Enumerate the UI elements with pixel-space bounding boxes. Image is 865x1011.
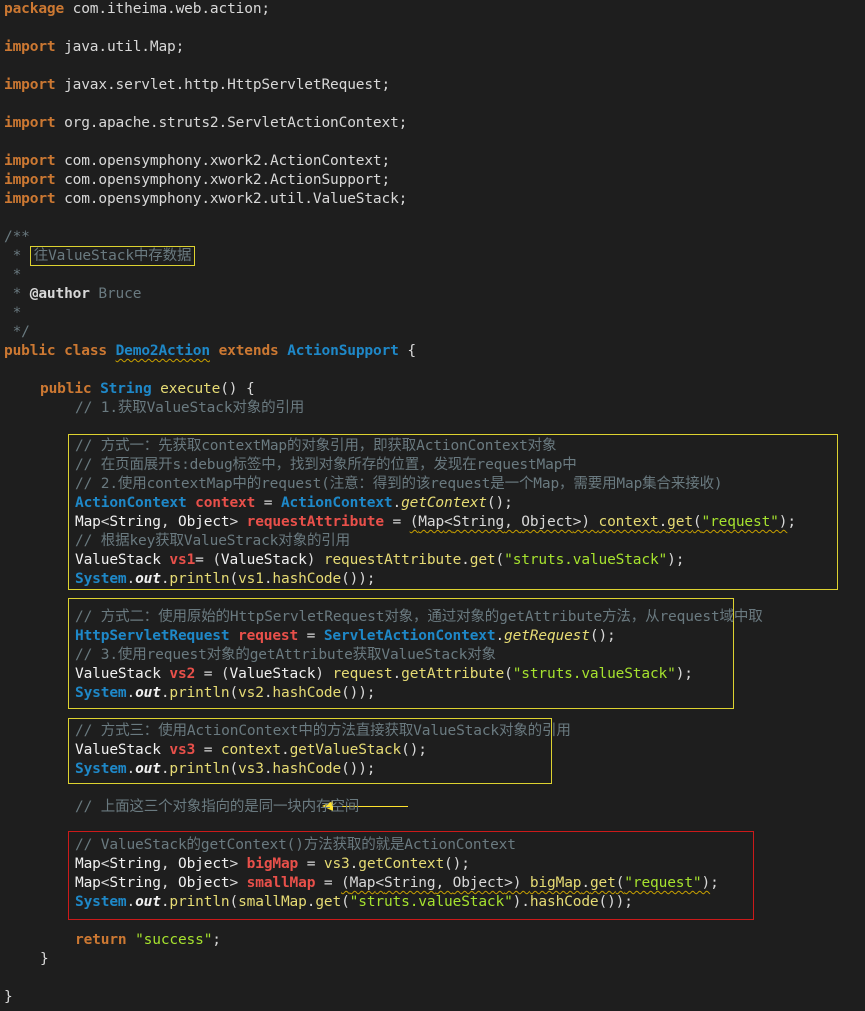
doc-summary-highlight: 往ValueStack中存数据 <box>29 246 196 266</box>
class-declaration: public class Demo2Action extends ActionS… <box>4 343 416 359</box>
code-line: import java.util.Map; <box>4 39 185 55</box>
doc-comment-line: /** <box>4 229 30 245</box>
method-declaration: public String execute() { <box>40 381 255 397</box>
comment-line: // 在页面展开s:debug标签中，找到对象所存的位置，发现在requestM… <box>75 457 577 473</box>
code-line: System.out.println(vs3.hashCode()); <box>75 761 376 777</box>
comment-line: // 2.使用contextMap中的request(注意：得到的该reques… <box>75 476 723 492</box>
code-line: Map<String, Object> bigMap = vs3.getCont… <box>75 856 470 872</box>
code-line: ActionContext context = ActionContext.ge… <box>75 495 513 511</box>
code-line: ValueStack vs2 = (ValueStack) request.ge… <box>75 666 693 682</box>
code-line: ValueStack vs3 = context.getValueStack()… <box>75 742 427 758</box>
doc-comment-line: * 往ValueStack中存数据 <box>4 246 196 266</box>
closing-brace: } <box>4 989 13 1005</box>
comment-line: // 方式三：使用ActionContext中的方法直接获取ValueStack… <box>75 723 571 739</box>
closing-brace: } <box>40 951 49 967</box>
code-line: import javax.servlet.http.HttpServletReq… <box>4 77 391 93</box>
code-line: Map<String, Object> requestAttribute = (… <box>75 514 796 530</box>
doc-comment-line: * @author Bruce <box>4 286 142 302</box>
code-editor[interactable]: package com.itheima.web.action; import j… <box>0 0 865 1011</box>
doc-comment-line: * <box>4 267 22 283</box>
comment-line: // 1.获取ValueStack对象的引用 <box>75 400 305 416</box>
comment-line: // 3.使用request对象的getAttribute获取ValueStac… <box>75 647 496 663</box>
comment-line: // 方式二：使用原始的HttpServletRequest对象，通过对象的ge… <box>75 609 763 625</box>
note-comment: // 上面这三个对象指向的是同一块内存空间 <box>75 799 360 815</box>
code-line: System.out.println(vs2.hashCode()); <box>75 685 376 701</box>
code-line: Map<String, Object> smallMap = (Map<Stri… <box>75 875 719 891</box>
comment-line: // 根据key获取ValueStrack对象的引用 <box>75 533 351 549</box>
code-line: System.out.println(vs1.hashCode()); <box>75 571 376 587</box>
code-line: System.out.println(smallMap.get("struts.… <box>75 894 633 910</box>
code-line: ValueStack vs1= (ValueStack) requestAttr… <box>75 552 685 568</box>
code-line: import org.apache.struts2.ServletActionC… <box>4 115 408 131</box>
code-line: HttpServletRequest request = ServletActi… <box>75 628 616 644</box>
comment-line: // ValueStack的getContext()方法获取的就是ActionC… <box>75 837 516 853</box>
doc-comment-line: */ <box>4 324 30 340</box>
code-line: import com.opensymphony.xwork2.util.Valu… <box>4 191 408 207</box>
code-line: package com.itheima.web.action; <box>4 1 270 17</box>
return-statement: return "success"; <box>75 932 221 948</box>
code-line: import com.opensymphony.xwork2.ActionSup… <box>4 172 391 188</box>
comment-line: // 方式一：先获取contextMap的对象引用，即获取ActionConte… <box>75 438 557 454</box>
doc-comment-line: * <box>4 305 22 321</box>
code-line: import com.opensymphony.xwork2.ActionCon… <box>4 153 391 169</box>
